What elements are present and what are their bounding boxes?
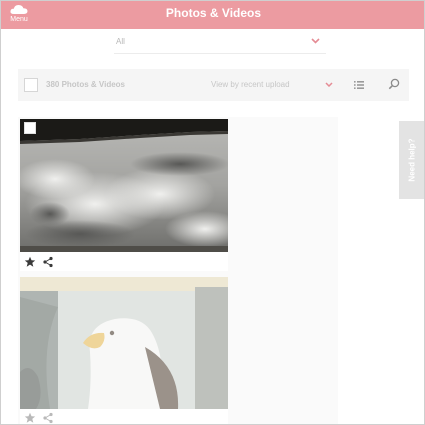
app-window: Menu Photos & Videos All 380 Photos & Vi… bbox=[0, 0, 425, 425]
star-icon[interactable] bbox=[24, 256, 36, 268]
photo-actions bbox=[20, 253, 228, 271]
photo-thumbnail-sky[interactable] bbox=[20, 119, 228, 252]
photo-card[interactable] bbox=[20, 277, 228, 424]
filter-value: All bbox=[116, 37, 125, 46]
sort-dropdown[interactable]: View by recent upload bbox=[211, 77, 337, 93]
share-icon[interactable] bbox=[42, 256, 54, 268]
search-icon[interactable] bbox=[387, 77, 401, 91]
photo-select-checkbox[interactable] bbox=[24, 122, 36, 134]
photo-card[interactable] bbox=[20, 119, 228, 271]
item-count: 380 Photos & Videos bbox=[46, 80, 125, 89]
need-help-tab[interactable]: Need help? bbox=[399, 121, 424, 199]
gallery-toolbar: 380 Photos & Videos View by recent uploa… bbox=[18, 69, 409, 101]
filter-dropdown[interactable]: All bbox=[114, 32, 326, 54]
photo-actions bbox=[20, 409, 228, 424]
need-help-label: Need help? bbox=[407, 138, 417, 182]
chevron-down-icon bbox=[325, 82, 333, 87]
select-all-checkbox[interactable] bbox=[24, 78, 38, 92]
top-header: Menu Photos & Videos bbox=[1, 1, 424, 29]
page-title: Photos & Videos bbox=[165, 6, 262, 20]
sort-label: View by recent upload bbox=[211, 80, 290, 89]
chevron-down-icon bbox=[311, 38, 320, 44]
list-view-icon[interactable] bbox=[352, 78, 366, 92]
photo-thumbnail-eagle[interactable] bbox=[20, 277, 228, 409]
star-icon[interactable] bbox=[24, 412, 36, 424]
share-icon[interactable] bbox=[42, 412, 54, 424]
